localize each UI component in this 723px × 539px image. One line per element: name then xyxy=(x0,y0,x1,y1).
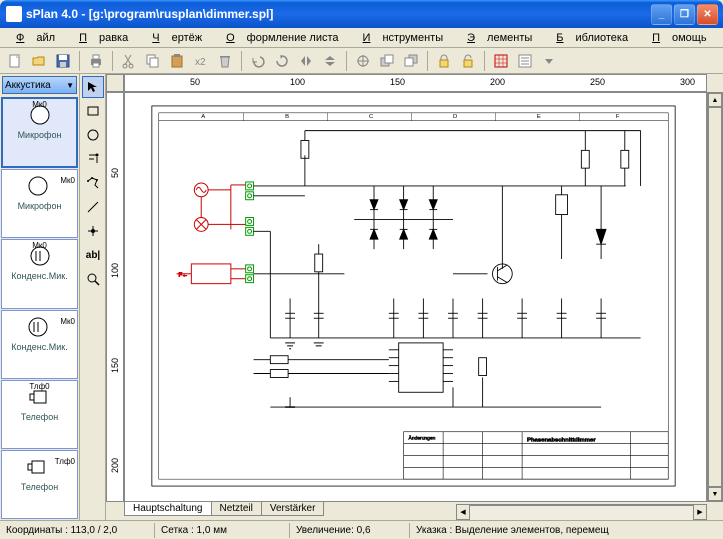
mirror-v-button[interactable] xyxy=(319,50,341,72)
tab-hauptschaltung[interactable]: Hauptschaltung xyxy=(124,502,212,516)
category-select[interactable]: Аккустика ▼ xyxy=(2,76,77,94)
cond-mic-symbol xyxy=(24,313,56,341)
menu-file[interactable]: Файл xyxy=(4,30,67,46)
component-item[interactable]: Мк0 Микрофон xyxy=(1,169,78,238)
minimize-button[interactable]: _ xyxy=(651,4,672,25)
status-grid: Сетка : 1,0 мм xyxy=(155,523,290,538)
schematic-drawing: A B C D E F xyxy=(137,101,690,491)
menu-elements[interactable]: Элементы xyxy=(455,30,544,46)
svg-text:A: A xyxy=(201,114,205,120)
new-button[interactable] xyxy=(4,50,26,72)
svg-text:B: B xyxy=(285,114,289,120)
svg-text:x2: x2 xyxy=(195,57,206,68)
toolbar-sep xyxy=(427,51,428,71)
svg-text:F: F xyxy=(616,114,620,120)
canvas-area: 50 100 150 200 250 300 50 100 150 200 xyxy=(106,74,723,520)
line-tool[interactable] xyxy=(82,196,104,218)
phone-symbol xyxy=(24,453,56,481)
component-panel: Аккустика ▼ Мк0 Микрофон Мк0 Микрофон Мк… xyxy=(0,74,80,520)
rotate-button[interactable] xyxy=(271,50,293,72)
svg-text:F←: F← xyxy=(179,273,189,279)
close-button[interactable]: ✕ xyxy=(697,4,718,25)
scroll-up-arrow[interactable]: ▲ xyxy=(708,93,722,107)
status-hint: Указка : Выделение элементов, перемещ xyxy=(410,523,723,538)
svg-text:C: C xyxy=(369,114,374,120)
tab-netzteil[interactable]: Netzteil xyxy=(211,502,262,516)
vertical-ruler: 50 100 150 200 xyxy=(106,92,124,502)
microphone-symbol xyxy=(24,172,56,200)
svg-text:Phasenabschnittdimmer: Phasenabschnittdimmer xyxy=(527,438,596,444)
toolbar-sep xyxy=(79,51,80,71)
lock-button[interactable] xyxy=(433,50,455,72)
text-tool[interactable]: ab| xyxy=(82,244,104,266)
scroll-right-arrow[interactable]: ▶ xyxy=(693,504,707,520)
toolbar: x2 xyxy=(0,48,723,74)
component-item[interactable]: Мк0 Конденс.Мик. xyxy=(1,239,78,308)
svg-text:E: E xyxy=(537,114,541,120)
vertical-scrollbar[interactable]: ▲ ▼ xyxy=(707,92,723,502)
component-item[interactable]: Тлф0 Телефон xyxy=(1,380,78,449)
pointer-tool[interactable] xyxy=(82,76,104,98)
component-item[interactable]: Тлф0 Телефон xyxy=(1,450,78,519)
horizontal-scrollbar[interactable]: ◀ ▶ xyxy=(456,504,707,520)
delete-button[interactable] xyxy=(214,50,236,72)
toolbar-sep xyxy=(112,51,113,71)
menu-tools[interactable]: Инструменты xyxy=(351,30,456,46)
statusbar: Координаты : 113,0 / 2,0 Сетка : 1,0 мм … xyxy=(0,520,723,539)
circle-tool[interactable] xyxy=(82,124,104,146)
chevron-down-icon: ▼ xyxy=(66,81,74,90)
component-item[interactable]: Мк0 Конденс.Мик. xyxy=(1,310,78,379)
toolbar-sep xyxy=(346,51,347,71)
component-item[interactable]: Мк0 Микрофон xyxy=(1,97,78,168)
junction-tool[interactable] xyxy=(82,220,104,242)
horizontal-ruler: 50 100 150 200 250 300 xyxy=(124,74,707,92)
menu-help[interactable]: Помощь xyxy=(640,30,719,46)
back-button[interactable] xyxy=(400,50,422,72)
menubar: Файл Правка Чертёж Оформление листа Инст… xyxy=(0,28,723,48)
toolbar-sep xyxy=(241,51,242,71)
tool-strip: ab| xyxy=(80,74,106,520)
status-coords: Координаты : 113,0 / 2,0 xyxy=(0,523,155,538)
print-button[interactable] xyxy=(85,50,107,72)
menu-library[interactable]: Библиотека xyxy=(544,30,640,46)
svg-text:D: D xyxy=(453,114,457,120)
svg-text:Änderungen: Änderungen xyxy=(409,435,436,442)
menu-drawing[interactable]: Чертёж xyxy=(140,30,214,46)
canvas[interactable]: A B C D E F xyxy=(124,92,707,502)
scroll-left-arrow[interactable]: ◀ xyxy=(456,504,470,520)
open-button[interactable] xyxy=(28,50,50,72)
scroll-down-arrow[interactable]: ▼ xyxy=(708,487,722,501)
front-button[interactable] xyxy=(376,50,398,72)
titlebar: sPlan 4.0 - [g:\program\rusplan\dimmer.s… xyxy=(0,0,723,28)
status-zoom: Увеличение: 0,6 xyxy=(290,523,410,538)
cut-button[interactable] xyxy=(118,50,140,72)
app-icon xyxy=(6,6,22,22)
copy-button[interactable] xyxy=(142,50,164,72)
sheet-tabs: Hauptschaltung Netzteil Verstärker ◀ ▶ xyxy=(106,502,707,520)
poly-tool[interactable] xyxy=(82,172,104,194)
duplicate-button[interactable]: x2 xyxy=(190,50,212,72)
grid-button[interactable] xyxy=(490,50,512,72)
snap-button[interactable] xyxy=(352,50,374,72)
tab-verstarker[interactable]: Verstärker xyxy=(261,502,325,516)
options-button[interactable] xyxy=(514,50,536,72)
paste-button[interactable] xyxy=(166,50,188,72)
ruler-corner xyxy=(106,74,124,92)
rect-tool[interactable] xyxy=(82,100,104,122)
unlock-button[interactable] xyxy=(457,50,479,72)
menu-page[interactable]: Оформление листа xyxy=(214,30,350,46)
maximize-button[interactable]: ❐ xyxy=(674,4,695,25)
window-title: sPlan 4.0 - [g:\program\rusplan\dimmer.s… xyxy=(26,7,651,21)
zoom-tool[interactable] xyxy=(82,268,104,290)
dropdown-button[interactable] xyxy=(538,50,560,72)
undo-button[interactable] xyxy=(247,50,269,72)
toolbar-sep xyxy=(484,51,485,71)
special-tool[interactable] xyxy=(82,148,104,170)
menu-edit[interactable]: Правка xyxy=(67,30,140,46)
mirror-h-button[interactable] xyxy=(295,50,317,72)
save-button[interactable] xyxy=(52,50,74,72)
